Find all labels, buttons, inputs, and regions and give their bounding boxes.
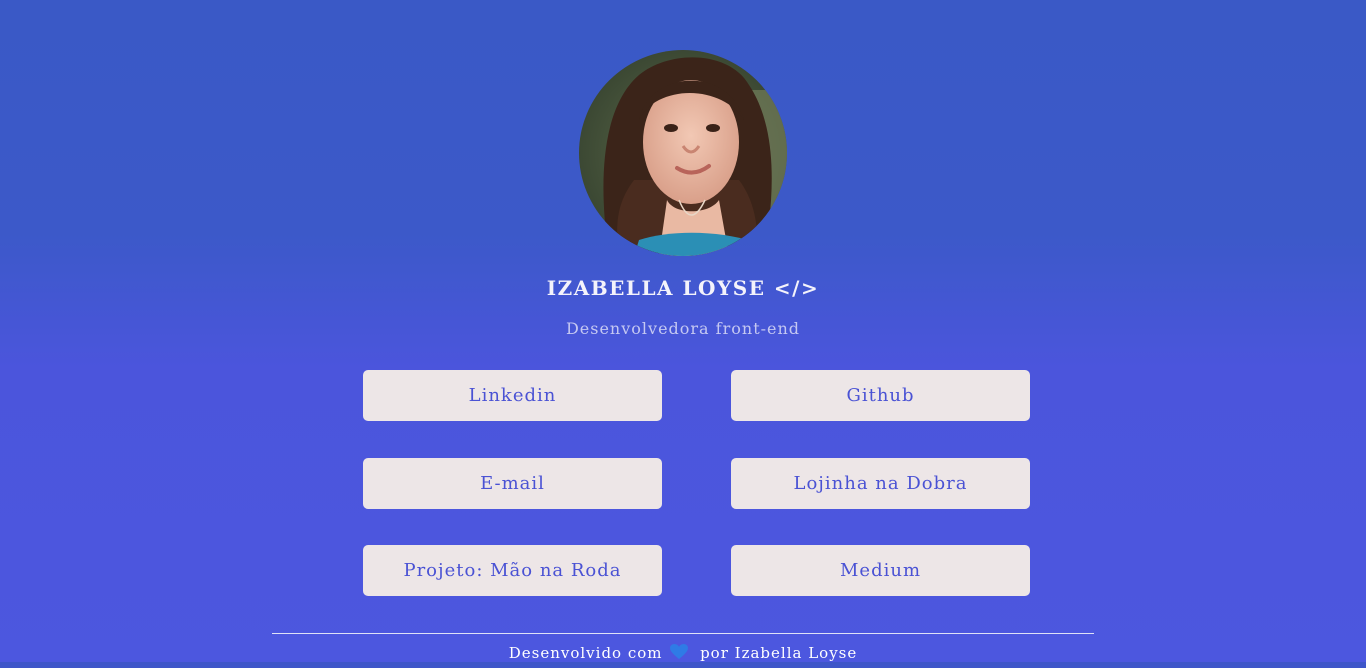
email-button[interactable]: E-mail xyxy=(363,458,662,509)
footer-prefix: Desenvolvido com xyxy=(508,644,663,662)
profile-name: IZABELLA LOYSE </> xyxy=(546,276,820,300)
profile-page: IZABELLA LOYSE </> Desenvolvedora front-… xyxy=(0,0,1366,668)
footer-suffix: por Izabella Loyse xyxy=(700,644,858,662)
blue-heart-icon xyxy=(670,644,689,664)
profile-avatar xyxy=(579,50,787,256)
profile-role: Desenvolvedora front-end xyxy=(565,319,801,338)
avatar-photo xyxy=(579,50,787,256)
bottom-strip xyxy=(0,662,1366,668)
projeto-mao-na-roda-button[interactable]: Projeto: Mão na Roda xyxy=(363,545,662,596)
footer-credit: Desenvolvido com por Izabella Loyse xyxy=(0,644,1366,664)
lojinha-na-dobra-button[interactable]: Lojinha na Dobra xyxy=(731,458,1030,509)
github-button[interactable]: Github xyxy=(731,370,1030,421)
medium-button[interactable]: Medium xyxy=(731,545,1030,596)
footer-divider xyxy=(272,633,1094,634)
linkedin-button[interactable]: Linkedin xyxy=(363,370,662,421)
